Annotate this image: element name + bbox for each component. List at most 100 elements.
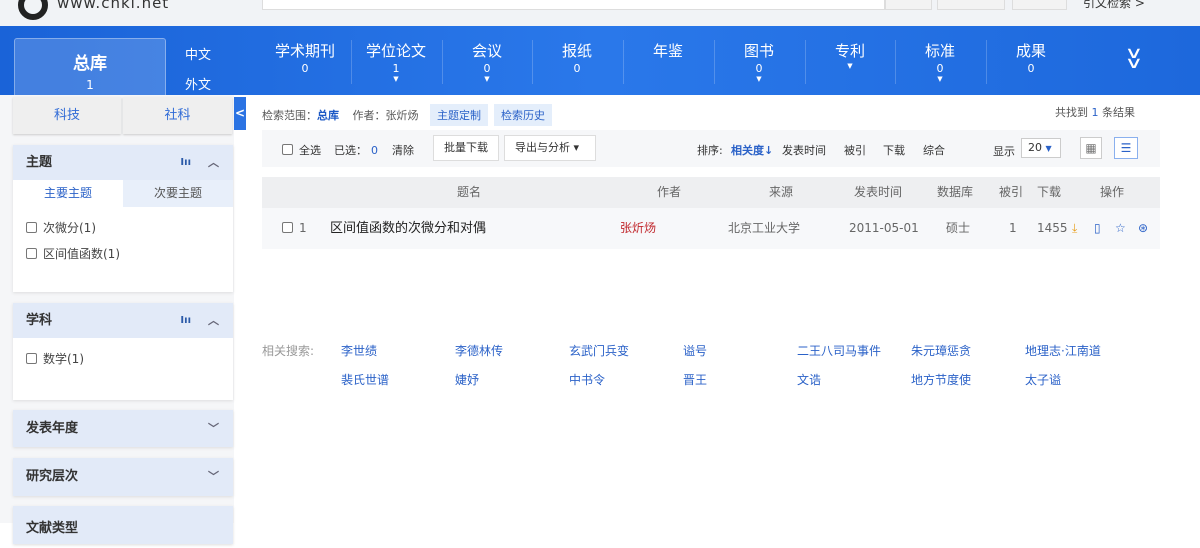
tab-category[interactable]: 图书 0 ▼ xyxy=(714,40,804,83)
facet-header[interactable]: 学科 Iıı ︿ xyxy=(13,303,233,338)
tab-all-databases[interactable]: 总库 1 xyxy=(14,38,166,95)
related-search-link[interactable]: 中书令 xyxy=(569,371,605,388)
year-facet[interactable]: 发表年度 ﹀ xyxy=(13,410,233,447)
search-button[interactable] xyxy=(885,0,932,10)
list-view-icon[interactable]: ☰ xyxy=(1114,137,1138,159)
export-analysis-dropdown[interactable]: 导出与分析 ▾ xyxy=(504,135,596,161)
clear-button[interactable]: 清除 xyxy=(392,142,414,158)
result-title-link[interactable]: 区间值函数的次微分和对偶 xyxy=(330,208,486,249)
tab-category[interactable]: 学位论文 1 ▼ xyxy=(351,40,441,83)
tab-category[interactable]: 专利 ▼ xyxy=(805,40,895,70)
caret-down-icon[interactable]: ▼ xyxy=(714,75,804,83)
facet-item[interactable]: 数学(1) xyxy=(13,346,233,372)
sort-date[interactable]: 发表时间 xyxy=(782,142,826,158)
related-search-link[interactable]: 地方节度使 xyxy=(911,371,971,388)
found-suffix: 条结果 xyxy=(1102,106,1135,119)
tab-category[interactable]: 年鉴 xyxy=(623,40,713,62)
related-search-link[interactable]: 婕妤 xyxy=(455,371,479,388)
related-search-link[interactable]: 谥号 xyxy=(683,342,707,359)
result-author-link[interactable]: 张炘炀 xyxy=(620,208,656,249)
batch-download-button[interactable]: 批量下载 xyxy=(433,135,499,161)
col-actions: 操作 xyxy=(1100,185,1125,199)
chevron-down-icon[interactable]: ﹀ xyxy=(208,458,219,496)
grid-view-icon[interactable]: ▦ xyxy=(1080,137,1102,159)
tab-count: 1 xyxy=(86,78,94,92)
checkbox[interactable] xyxy=(26,248,37,259)
topic-custom-button[interactable]: 主题定制 xyxy=(430,104,488,126)
sort-cited[interactable]: 被引 xyxy=(844,142,866,158)
tab-social-science[interactable]: 社科 xyxy=(123,97,232,134)
related-search-link[interactable]: 太子谥 xyxy=(1025,371,1061,388)
category-label: 专利 xyxy=(834,42,865,60)
facet-item-label: 区间值函数(1) xyxy=(43,247,120,261)
caret-down-icon[interactable]: ▼ xyxy=(805,62,895,70)
chevron-up-icon[interactable]: ︿ xyxy=(208,145,219,180)
related-search-link[interactable]: 地理志·江南道 xyxy=(1025,342,1101,359)
sidebar: 科技 社科 主题 Iıı ︿ 主要主题 次要主题 次微分(1) 区间值函数(1) 学科… xyxy=(0,95,234,544)
checkbox[interactable] xyxy=(282,222,293,233)
tab-main-topic[interactable]: 主要主题 xyxy=(13,180,123,207)
facet-item[interactable]: 次微分(1) xyxy=(13,215,233,241)
facet-header[interactable]: 主题 Iıı ︿ xyxy=(13,145,233,180)
checkbox[interactable] xyxy=(282,144,293,155)
more-chevron-icon[interactable]: ∨ ∨ xyxy=(1124,45,1143,71)
doctype-facet[interactable]: 文献类型 xyxy=(13,506,233,544)
select-all-checkbox[interactable]: 全选 xyxy=(282,142,321,158)
result-cited[interactable]: 1 xyxy=(1009,208,1017,249)
subject-facet: 学科 Iıı ︿ 数学(1) xyxy=(13,303,233,400)
related-search-link[interactable]: 晋王 xyxy=(683,371,707,388)
sort-relevance[interactable]: 相关度↓ xyxy=(731,142,773,158)
caret-down-icon[interactable]: ▼ xyxy=(442,75,532,83)
tab-chinese[interactable]: 中文 xyxy=(185,44,211,63)
search-scope: 检索范围：总库 作者：张炘炀 主题定制 检索历史 xyxy=(262,104,552,126)
sort-overall[interactable]: 综合 xyxy=(923,142,945,158)
tab-category[interactable]: 标准 0 ▼ xyxy=(895,40,985,83)
facet-item-label: 次微分(1) xyxy=(43,221,96,235)
chart-icon[interactable]: Iıı xyxy=(180,145,191,180)
chevron-down-icon[interactable]: ﹀ xyxy=(208,410,219,447)
cnki-logo-icon[interactable] xyxy=(18,0,48,20)
citation-search-link[interactable]: 引文检索 > xyxy=(1083,0,1145,11)
read-online-icon[interactable]: ▯ xyxy=(1094,208,1101,249)
checkbox[interactable] xyxy=(26,353,37,364)
related-search-link[interactable]: 文诰 xyxy=(797,371,821,388)
search-history-button[interactable]: 检索历史 xyxy=(494,104,552,126)
related-search-link[interactable]: 朱元璋惩贪 xyxy=(911,342,971,359)
related-search-link[interactable]: 裴氏世谱 xyxy=(341,371,389,388)
caret-down-icon[interactable]: ▼ xyxy=(351,75,441,83)
cite-quote-icon[interactable]: ⊛ xyxy=(1138,208,1148,249)
favorite-star-icon[interactable]: ☆ xyxy=(1115,208,1126,249)
logo-url[interactable]: www.cnki.net xyxy=(57,0,169,12)
related-search-link[interactable]: 玄武门兵变 xyxy=(569,342,629,359)
tab-category[interactable]: 成果 0 xyxy=(986,40,1076,75)
result-source-link[interactable]: 北京工业大学 xyxy=(728,208,800,249)
top-header: www.cnki.net 引文检索 > xyxy=(0,0,1200,26)
category-count: 0 xyxy=(301,62,309,75)
sort-downloads[interactable]: 下载 xyxy=(883,142,905,158)
tab-category[interactable]: 学术期刊 0 xyxy=(260,40,350,75)
knowledge-element-button[interactable] xyxy=(1012,0,1067,10)
checkbox[interactable] xyxy=(26,222,37,233)
tab-secondary-topic[interactable]: 次要主题 xyxy=(123,180,233,207)
tab-category[interactable]: 会议 0 ▼ xyxy=(442,40,532,83)
caret-down-icon[interactable]: ▼ xyxy=(895,75,985,83)
tab-category[interactable]: 报纸 0 xyxy=(532,40,622,75)
advanced-search-button[interactable] xyxy=(937,0,1005,10)
chevron-up-icon[interactable]: ︿ xyxy=(208,303,219,338)
chart-icon[interactable]: Iıı xyxy=(180,303,191,338)
arrow-down-icon: ↓ xyxy=(764,144,774,157)
search-input[interactable] xyxy=(262,0,885,10)
related-search-link[interactable]: 李世绩 xyxy=(341,342,377,359)
tab-science[interactable]: 科技 xyxy=(13,97,121,134)
download-icon[interactable]: ⤓ xyxy=(1072,208,1077,249)
tab-foreign[interactable]: 外文 xyxy=(185,74,211,93)
facet-item[interactable]: 区间值函数(1) xyxy=(13,241,233,267)
related-search-link[interactable]: 二王八司马事件 xyxy=(797,342,881,359)
scope-value[interactable]: 总库 xyxy=(317,109,339,122)
row-select[interactable]: 1 xyxy=(282,208,307,249)
related-search-link[interactable]: 李德林传 xyxy=(455,342,503,359)
collapse-sidebar-button[interactable]: < xyxy=(234,97,246,130)
page-size-select[interactable]: 20 ▼ xyxy=(1021,138,1061,158)
level-facet[interactable]: 研究层次 ﹀ xyxy=(13,458,233,496)
result-downloads[interactable]: 1455 xyxy=(1037,208,1068,249)
